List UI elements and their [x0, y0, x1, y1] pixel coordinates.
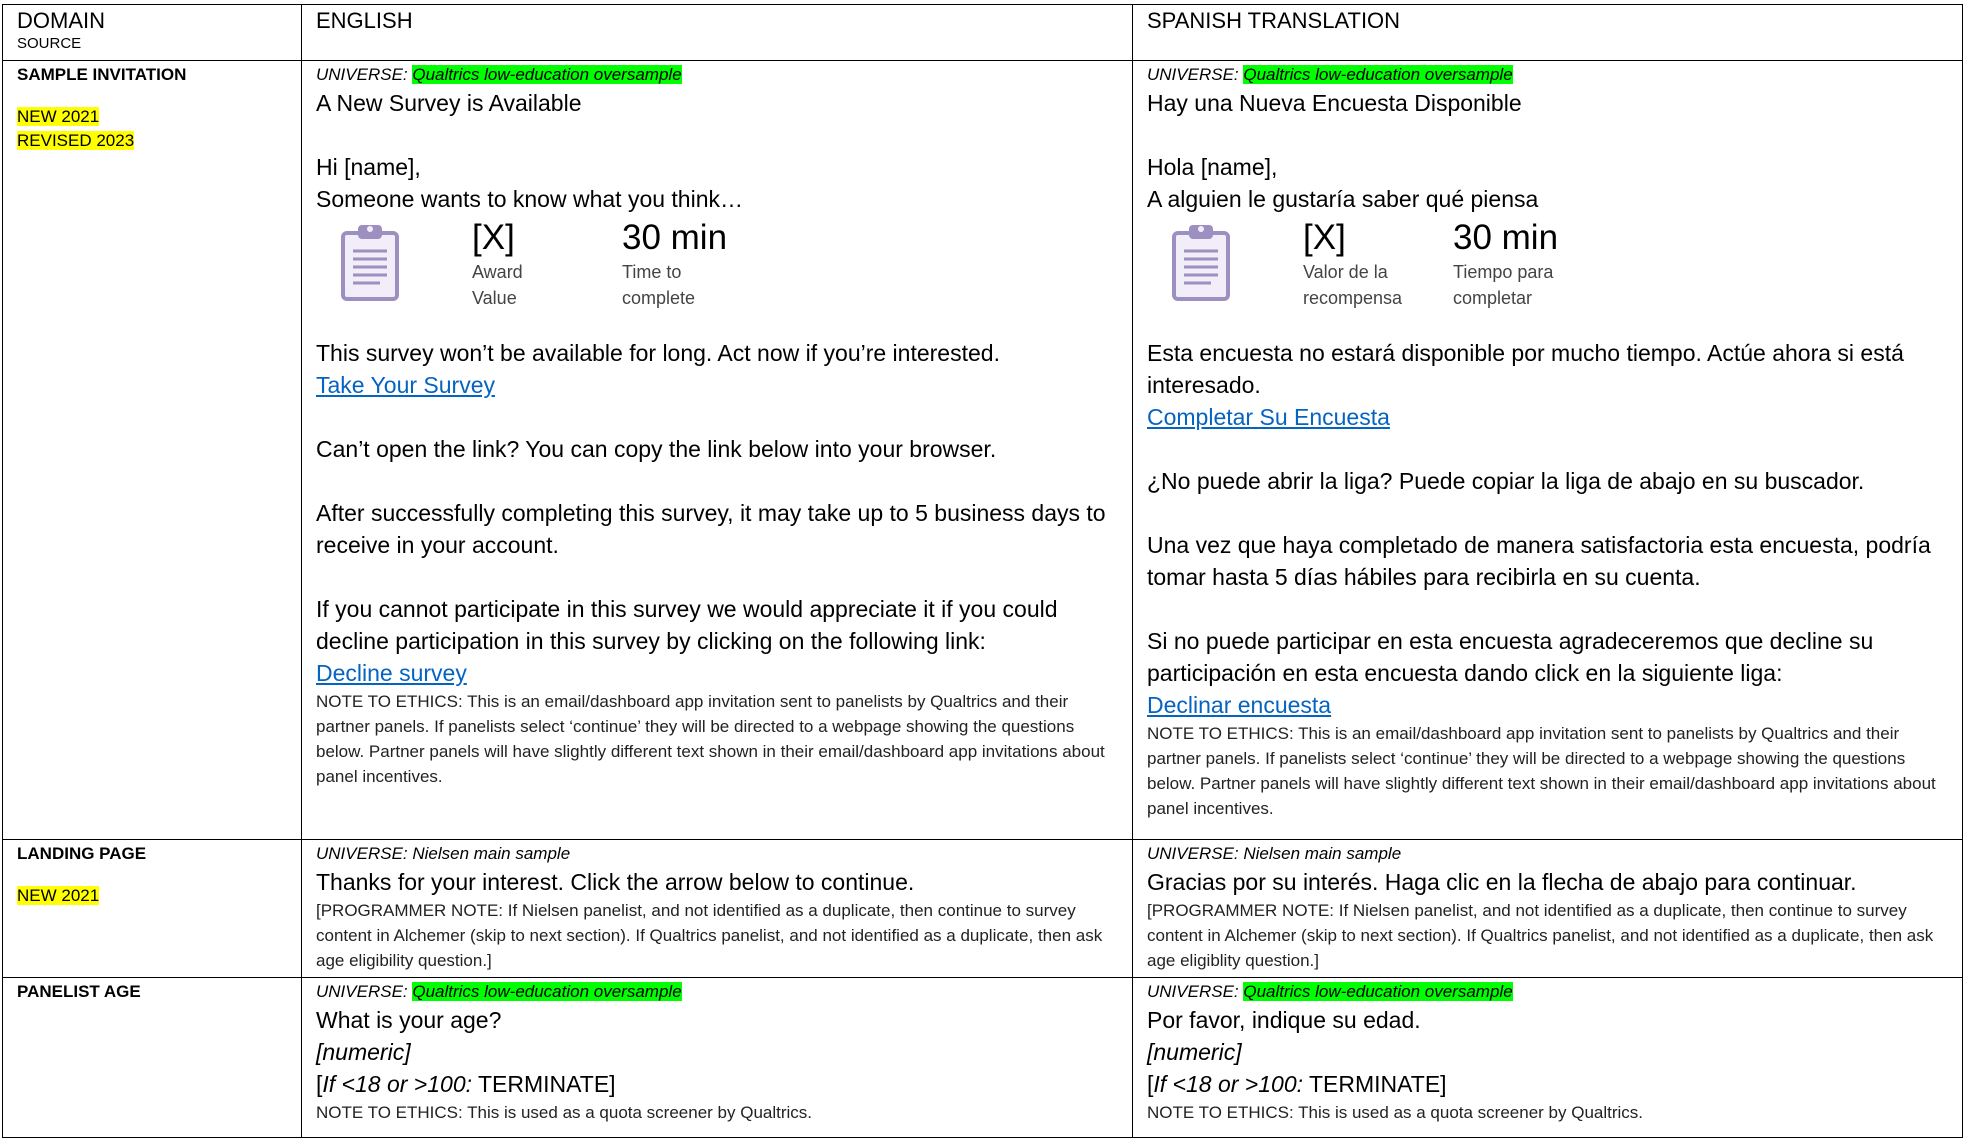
greeting: Hola [name],	[1147, 154, 1278, 180]
cant-open-text: Can’t open the link? You can copy the li…	[316, 436, 997, 462]
universe-label: UNIVERSE: Nielsen main sample	[1147, 844, 1402, 863]
clipboard-icon	[1172, 225, 1230, 301]
translation-table: DOMAIN SOURCE ENGLISH SPANISH TRANSLATIO…	[2, 4, 1963, 1138]
decline-survey-link[interactable]: Declinar encuesta	[1147, 692, 1331, 718]
time-value: 30 min	[622, 218, 728, 257]
header-domain-cell: DOMAIN SOURCE	[2, 4, 302, 61]
header-spanish: SPANISH TRANSLATION	[1147, 8, 1401, 33]
spanish-cell: UNIVERSE: Nielsen main sample Gracias po…	[1132, 839, 1963, 978]
availability-text: This survey won’t be available for long.…	[316, 340, 1000, 366]
invite-intro: Someone wants to know what you think…	[316, 186, 744, 212]
table-row: PANELIST AGE UNIVERSE: Qualtrics low-edu…	[2, 977, 1963, 1138]
cant-open-text: ¿No puede abrir la liga? Puede copiar la…	[1147, 468, 1865, 494]
universe-label: UNIVERSE: Qualtrics low-education oversa…	[1147, 982, 1513, 1001]
invite-title: A New Survey is Available	[316, 90, 582, 116]
header-source: SOURCE	[17, 35, 82, 52]
clipboard-icon	[341, 225, 399, 301]
version-tag: REVISED 2023	[17, 131, 135, 150]
invite-title: Hay una Nueva Encuesta Disponible	[1147, 90, 1522, 116]
spanish-cell: UNIVERSE: Qualtrics low-education oversa…	[1132, 977, 1963, 1138]
landing-title: Gracias por su interés. Haga clic en la …	[1147, 869, 1857, 895]
ethics-note: NOTE TO ETHICS: This is an email/dashboa…	[316, 692, 1105, 786]
spanish-cell: UNIVERSE: Qualtrics low-education oversa…	[1132, 60, 1963, 840]
universe-label: UNIVERSE: Qualtrics low-education oversa…	[1147, 65, 1513, 84]
award-value: [X]	[472, 218, 515, 257]
time-block: 30 min Tiempo para completar	[1453, 217, 1653, 311]
greeting: Hi [name],	[316, 154, 421, 180]
ethics-note: NOTE TO ETHICS: This is an email/dashboa…	[1147, 724, 1936, 818]
programmer-note: [PROGRAMMER NOTE: If Nielsen panelist, a…	[316, 901, 1103, 970]
domain-cell: PANELIST AGE	[2, 977, 302, 1138]
programmer-note: [PROGRAMMER NOTE: If Nielsen panelist, a…	[1147, 901, 1934, 970]
decline-text: Si no puede participar en esta encuesta …	[1147, 628, 1874, 686]
time-label: Time to	[622, 262, 682, 282]
header-domain: DOMAIN	[17, 8, 105, 33]
version-tag: NEW 2021	[17, 886, 100, 905]
time-label: complete	[622, 288, 696, 308]
header-english: ENGLISH	[316, 8, 413, 33]
award-label: Award	[472, 262, 523, 282]
ethics-note: NOTE TO ETHICS: This is used as a quota …	[316, 1103, 813, 1122]
table-row: SAMPLE INVITATION NEW 2021 REVISED 2023 …	[2, 60, 1963, 840]
termination-rule: [If <18 or >100: TERMINATE]	[316, 1071, 616, 1097]
time-block: 30 min Time to complete	[622, 217, 822, 311]
after-text: Una vez que haya completado de manera sa…	[1147, 532, 1931, 590]
age-question: Por favor, indique su edad.	[1147, 1007, 1421, 1033]
award-label: recompensa	[1303, 288, 1403, 308]
universe-label: UNIVERSE: Qualtrics low-education oversa…	[316, 65, 682, 84]
domain-label: SAMPLE INVITATION	[17, 65, 187, 84]
domain-cell: LANDING PAGE NEW 2021	[2, 839, 302, 978]
decline-survey-link[interactable]: Decline survey	[316, 660, 467, 686]
universe-label: UNIVERSE: Qualtrics low-education oversa…	[316, 982, 682, 1001]
english-cell: UNIVERSE: Qualtrics low-education oversa…	[301, 977, 1133, 1138]
after-text: After successfully completing this surve…	[316, 500, 1106, 558]
universe-label: UNIVERSE: Nielsen main sample	[316, 844, 571, 863]
domain-cell: SAMPLE INVITATION NEW 2021 REVISED 2023	[2, 60, 302, 840]
ethics-note: NOTE TO ETHICS: This is used as a quota …	[1147, 1103, 1644, 1122]
invite-intro: A alguien le gustaría saber qué piensa	[1147, 186, 1539, 212]
header-english-cell: ENGLISH	[301, 4, 1133, 61]
age-question: What is your age?	[316, 1007, 502, 1033]
response-type: [numeric]	[1147, 1039, 1242, 1065]
take-survey-link[interactable]: Take Your Survey	[316, 372, 495, 398]
time-value: 30 min	[1453, 218, 1559, 257]
award-value-block: [X] Valor de la recompensa	[1303, 217, 1453, 311]
award-label: Value	[472, 288, 517, 308]
header-row: DOMAIN SOURCE ENGLISH SPANISH TRANSLATIO…	[2, 4, 1963, 61]
award-value: [X]	[1303, 218, 1346, 257]
english-cell: UNIVERSE: Nielsen main sample Thanks for…	[301, 839, 1133, 978]
award-block: [X] Award Value 30 min Time to complete	[340, 217, 1124, 311]
header-spanish-cell: SPANISH TRANSLATION	[1132, 4, 1963, 61]
landing-title: Thanks for your interest. Click the arro…	[316, 869, 915, 895]
domain-label: PANELIST AGE	[17, 982, 141, 1001]
take-survey-link[interactable]: Completar Su Encuesta	[1147, 404, 1390, 430]
award-value-block: [X] Award Value	[472, 217, 622, 311]
response-type: [numeric]	[316, 1039, 411, 1065]
time-label: Tiempo para	[1453, 262, 1554, 282]
availability-text: Esta encuesta no estará disponible por m…	[1147, 340, 1904, 398]
version-tag: NEW 2021	[17, 107, 100, 126]
domain-label: LANDING PAGE	[17, 844, 147, 863]
termination-rule: [If <18 or >100: TERMINATE]	[1147, 1071, 1447, 1097]
decline-text: If you cannot participate in this survey…	[316, 596, 1058, 654]
time-label: completar	[1453, 288, 1533, 308]
award-block: [X] Valor de la recompensa 30 min Tiempo…	[1171, 217, 1954, 311]
award-label: Valor de la	[1303, 262, 1388, 282]
english-cell: UNIVERSE: Qualtrics low-education oversa…	[301, 60, 1133, 840]
table-row: LANDING PAGE NEW 2021 UNIVERSE: Nielsen …	[2, 839, 1963, 978]
